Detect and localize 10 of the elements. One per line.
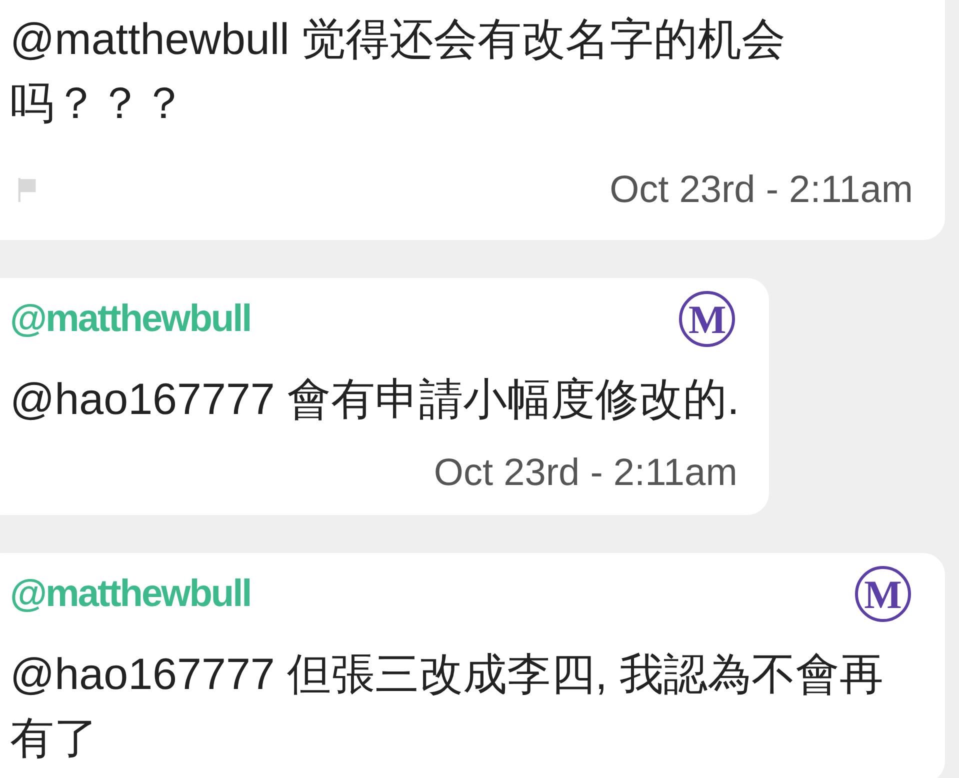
moderator-badge: M xyxy=(855,566,911,622)
timestamp: Oct 23rd - 2:11am xyxy=(434,452,738,494)
flag-icon[interactable] xyxy=(16,178,38,202)
moderator-badge: M xyxy=(679,291,736,347)
author-name[interactable]: @matthewbull xyxy=(10,572,251,616)
author-name[interactable]: @matthewbull xyxy=(10,298,251,340)
comment-text: @hao167777 但張三改成李四, 我認為不會再有了 xyxy=(10,649,885,765)
timestamp: Oct 23rd - 2:11am xyxy=(610,168,913,212)
comment-text: @hao167777 會有申請小幅度修改的. xyxy=(10,374,740,426)
comment-text: @matthewbull 觉得还会有改名字的机会吗？？？ xyxy=(10,14,787,130)
